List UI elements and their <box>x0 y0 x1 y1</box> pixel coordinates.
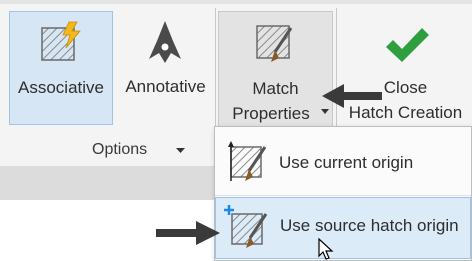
menu-item-label: Use current origin <box>279 153 414 172</box>
ribbon-top-border <box>0 0 472 4</box>
mouse-cursor-icon <box>318 238 334 260</box>
split-dropdown-arrow-icon[interactable] <box>321 109 329 115</box>
pointer-arrow-left-icon <box>322 84 382 108</box>
associative-button[interactable]: Associative <box>9 11 113 125</box>
menu-item-use-current-origin[interactable]: Use current origin <box>215 131 471 193</box>
green-checkmark-icon <box>386 28 429 62</box>
match-label-line1: Match <box>252 79 299 98</box>
options-panel-title[interactable]: Options <box>92 138 212 162</box>
match-properties-brush-icon <box>256 25 293 62</box>
match-properties-dropdown-menu: Use current origin Use source hatch orig… <box>214 126 472 261</box>
options-label: Options <box>92 141 148 158</box>
source-hatch-origin-brush-icon <box>224 205 268 248</box>
menu-item-use-source-hatch-origin[interactable]: Use source hatch origin <box>215 197 471 259</box>
ribbon-separator <box>336 8 337 128</box>
pointer-arrow-right-icon <box>156 221 220 245</box>
annotative-label: Annotative <box>125 77 206 96</box>
menu-divider <box>215 195 471 196</box>
triangle-down-icon <box>176 148 185 153</box>
match-properties-button[interactable]: Match Properties <box>218 11 333 129</box>
annotative-icon <box>149 21 181 63</box>
annotative-button[interactable]: Annotative <box>117 11 214 125</box>
associative-hatch-icon <box>41 21 81 61</box>
match-label-line2: Properties <box>232 104 310 123</box>
ribbon-separator <box>215 8 216 128</box>
associative-label: Associative <box>18 78 104 97</box>
current-origin-brush-icon <box>228 141 267 181</box>
menu-item-label: Use source hatch origin <box>280 216 459 235</box>
